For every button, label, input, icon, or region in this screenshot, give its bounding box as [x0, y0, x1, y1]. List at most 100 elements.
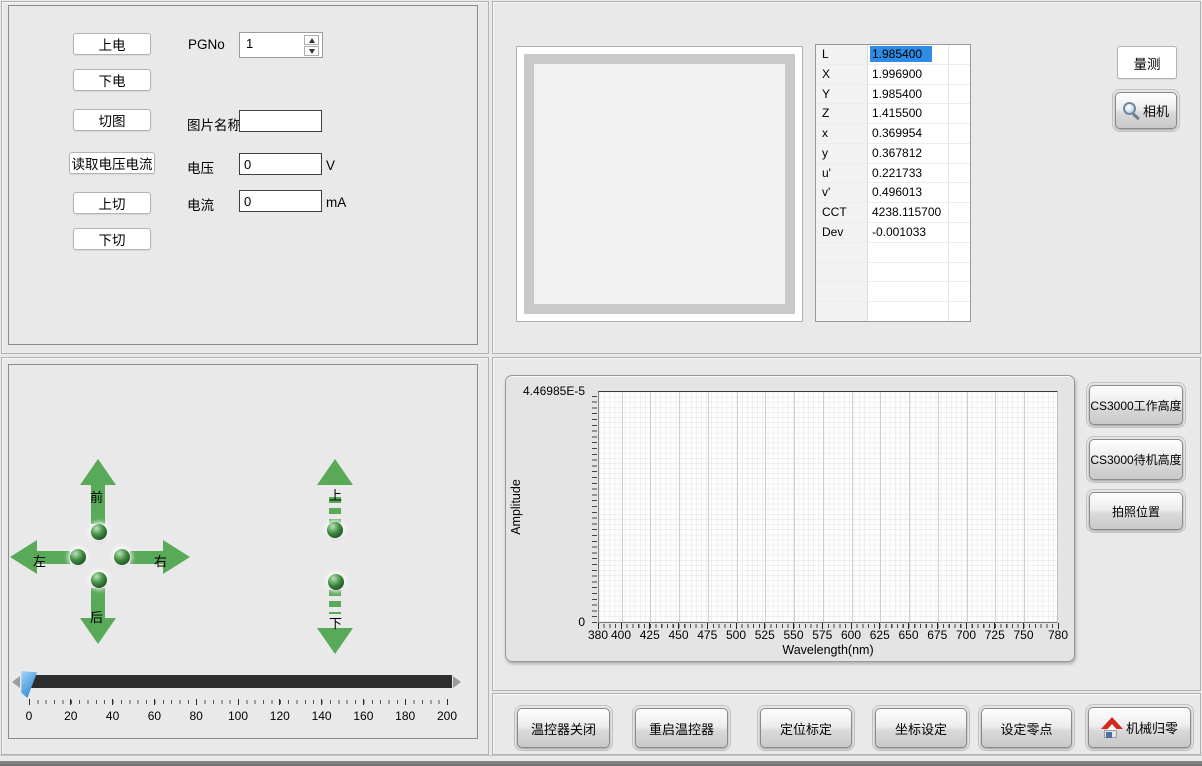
jog-back-indicator	[91, 572, 107, 588]
table-row[interactable]: L1.985400	[816, 45, 970, 65]
jog-forward-label: 前	[90, 487, 103, 506]
reading-extra-cell	[949, 104, 970, 123]
slider-major-tick	[447, 699, 448, 705]
table-row[interactable]: u'0.221733	[816, 164, 970, 184]
speed-slider-track[interactable]	[22, 675, 452, 688]
camera-button[interactable]: 相机	[1115, 92, 1177, 129]
slider-tick-label: 20	[54, 709, 88, 723]
temp-controller-close-button-label: 温控器关闭	[531, 719, 596, 738]
temp-controller-restart-button[interactable]: 重启温控器	[635, 708, 728, 748]
coordinate-setting-button-label: 坐标设定	[895, 719, 947, 738]
reading-value: 1.996900	[868, 65, 949, 84]
slider-minor-ticks	[29, 700, 449, 704]
mechanical-home-button[interactable]: 机械归零	[1088, 707, 1191, 748]
cut-up-button[interactable]: 上切	[73, 192, 151, 214]
table-row[interactable]: v'0.496013	[816, 183, 970, 203]
arrow-up-icon	[80, 459, 116, 485]
table-row[interactable]: x 0.369954	[816, 124, 970, 144]
jog-z-up-indicator	[327, 522, 343, 538]
table-row[interactable]: Y1.985400	[816, 85, 970, 105]
cs3000-standby-height-button[interactable]: CS3000待机高度	[1089, 439, 1183, 480]
table-row[interactable]: y0.367812	[816, 144, 970, 164]
reading-extra-cell	[949, 282, 970, 301]
reading-extra-cell	[949, 144, 970, 163]
camera-button-label: 相机	[1143, 101, 1169, 120]
y-axis-min-label: 0	[549, 615, 585, 629]
reading-value	[868, 243, 949, 262]
set-zero-point-button-label: 设定零点	[1000, 719, 1052, 738]
slider-major-tick	[70, 699, 71, 705]
read-voltage-current-button[interactable]: 读取电压电流	[69, 152, 155, 174]
reading-extra-cell	[949, 164, 970, 183]
z-down-stem	[329, 590, 341, 614]
table-row[interactable]: CCT4238.115700	[816, 203, 970, 223]
jog-z-down-indicator	[328, 574, 344, 590]
cell-text: 0.367812	[872, 146, 922, 160]
current-label: 电流	[187, 194, 214, 214]
slider-left-arrow[interactable]	[12, 676, 20, 688]
magnifier-icon	[1123, 102, 1140, 119]
major-gridline	[995, 392, 996, 622]
readings-table[interactable]: L1.985400X1.996900Y1.985400Z1.415500x0.3…	[815, 44, 971, 322]
table-row[interactable]: Dev-0.001033	[816, 223, 970, 243]
reading-value: 1.415500	[868, 104, 949, 123]
table-row[interactable]: X1.996900	[816, 65, 970, 85]
reading-label: Dev	[816, 223, 868, 242]
major-gridline	[909, 392, 910, 622]
table-row[interactable]: Z1.415500	[816, 104, 970, 124]
photo-position-button[interactable]: 拍照位置	[1089, 492, 1183, 530]
table-row[interactable]	[816, 243, 970, 263]
jog-back-label: 后	[90, 607, 103, 626]
slider-major-tick	[112, 699, 113, 705]
slider-tick-label: 160	[346, 709, 380, 723]
reading-value: 4238.115700	[868, 203, 949, 222]
slider-major-tick	[238, 699, 239, 705]
cell-text: 0.496013	[872, 185, 922, 199]
coordinate-setting-button[interactable]: 坐标设定	[875, 708, 967, 748]
pgno-increment-button[interactable]	[304, 35, 319, 45]
slider-major-tick	[363, 699, 364, 705]
power-on-button[interactable]: 上电	[73, 33, 151, 55]
slider-right-arrow[interactable]	[453, 676, 461, 688]
current-input[interactable]	[239, 190, 322, 212]
reading-label	[816, 282, 868, 301]
major-gridline	[650, 392, 651, 622]
pgno-value: 1	[246, 36, 253, 51]
arrow-up-icon	[309, 38, 315, 43]
slider-major-tick	[154, 699, 155, 705]
table-row[interactable]	[816, 302, 970, 321]
arrow-down-icon	[309, 49, 315, 54]
voltage-input[interactable]	[239, 153, 322, 175]
arrow-right-icon	[163, 540, 190, 574]
cut-image-button[interactable]: 切图	[73, 109, 151, 131]
selected-cell-text: 1.985400	[870, 46, 932, 62]
pgno-decrement-button[interactable]	[304, 46, 319, 56]
reading-extra-cell	[949, 45, 970, 64]
position-calibration-button[interactable]: 定位标定	[760, 708, 852, 748]
major-gridline	[852, 392, 853, 622]
power-off-button[interactable]: 下电	[73, 69, 151, 91]
measure-button[interactable]: 量测	[1117, 46, 1177, 79]
table-row[interactable]	[816, 282, 970, 302]
camera-preview-area	[534, 64, 785, 304]
reading-label	[816, 302, 868, 321]
camera-preview-frame	[516, 46, 803, 322]
jog-right-indicator	[114, 549, 130, 565]
set-zero-point-button[interactable]: 设定零点	[981, 708, 1072, 748]
slider-tick-label: 140	[305, 709, 339, 723]
temp-controller-close-button[interactable]: 温控器关闭	[517, 708, 610, 748]
cell-text: 0.369954	[872, 126, 922, 140]
reading-label	[816, 243, 868, 262]
y-axis-max-label: 4.46985E-5	[505, 384, 585, 398]
reading-value: 1.985400	[868, 45, 949, 64]
table-row[interactable]	[816, 263, 970, 283]
reading-label: x	[816, 124, 868, 143]
reading-value: 0.367812	[868, 144, 949, 163]
cs3000-work-height-button[interactable]: CS3000工作高度	[1089, 385, 1183, 425]
current-unit-label: mA	[326, 195, 346, 210]
image-name-input[interactable]	[239, 110, 322, 132]
cut-down-button[interactable]: 下切	[73, 228, 151, 250]
pgno-spinner[interactable]: 1	[239, 32, 323, 58]
reading-label: Y	[816, 85, 868, 104]
major-gridline	[794, 392, 795, 622]
